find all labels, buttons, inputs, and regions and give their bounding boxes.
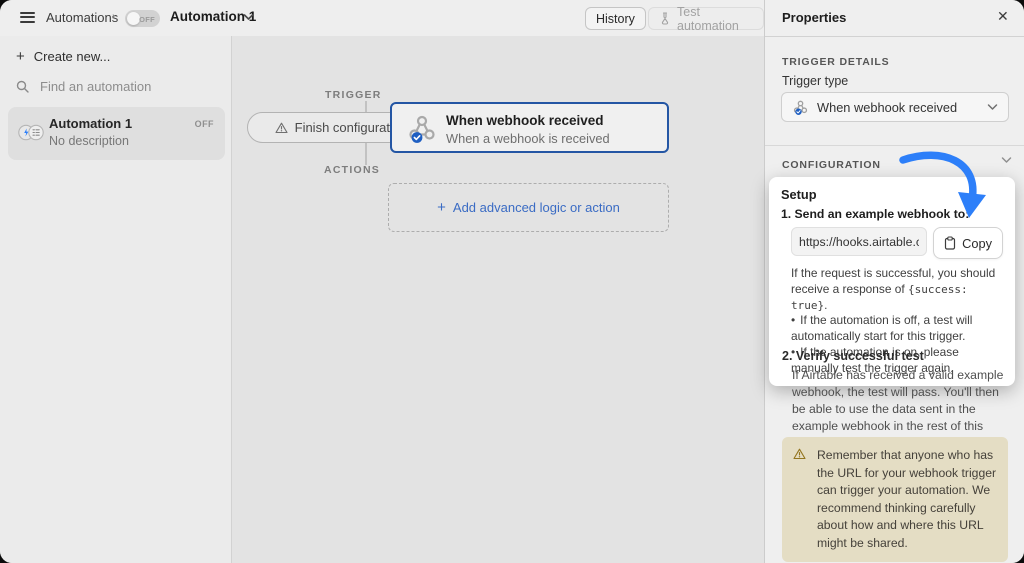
warning-triangle-icon (793, 448, 806, 460)
automations-sidebar: + Create new... (0, 36, 232, 563)
setup-step2-heading: 2. Verify successful test (782, 349, 924, 363)
webhook-url-row: Copy (791, 227, 1003, 259)
setup-step1-heading: 1. Send an example webhook to: (781, 207, 1003, 221)
trigger-section-label: TRIGGER (325, 89, 382, 101)
chevron-down-icon[interactable] (243, 13, 254, 21)
add-action-button[interactable]: + Add advanced logic or action (388, 183, 669, 232)
properties-panel: Properties ✕ TRIGGER DETAILS Trigger typ… (764, 0, 1024, 563)
trigger-type-value: When webhook received (817, 100, 979, 115)
breadcrumb-chevron-icon: › (112, 9, 116, 23)
copy-button-label: Copy (962, 236, 992, 251)
sidebar-item-title: Automation 1 (49, 116, 132, 131)
breadcrumb[interactable]: Automations (46, 10, 118, 25)
close-icon[interactable]: ✕ (997, 8, 1009, 25)
create-new-label: Create new... (34, 49, 111, 64)
actions-section-label: ACTIONS (324, 164, 380, 176)
automation-flow-canvas: TRIGGER Finish configuration (232, 36, 764, 563)
toggle-knob (127, 12, 140, 25)
sidebar-search (16, 78, 212, 95)
history-button-label: History (596, 12, 635, 26)
setup-bullet-1: •If the automation is off, a test will a… (791, 313, 1003, 345)
webhook-icon-small (792, 99, 809, 116)
toggle-state-label: OFF (139, 15, 155, 24)
properties-panel-title: Properties (782, 10, 846, 25)
sidebar-item-description: No description (49, 134, 129, 148)
warning-triangle-icon (275, 122, 288, 134)
panel-header-divider (765, 36, 1024, 37)
webhook-url-input[interactable] (791, 227, 927, 256)
warning-text: Remember that anyone who has the URL for… (817, 447, 998, 552)
create-new-button[interactable]: + Create new... (16, 49, 110, 64)
trigger-card-subtitle: When a webhook is received (446, 131, 610, 146)
chevron-down-icon (987, 103, 998, 111)
sidebar-item-status-badge: OFF (195, 119, 214, 129)
sidebar-item-automation-1[interactable]: Automation 1 OFF No description (8, 107, 225, 160)
automation-item-icon (17, 122, 45, 143)
hamburger-menu-icon[interactable] (20, 12, 35, 23)
setup-note: If the request is successful, you should… (791, 266, 1003, 313)
plus-icon: + (16, 49, 25, 64)
automation-on-off-toggle[interactable]: OFF (125, 10, 160, 27)
test-automation-button[interactable]: Test automation (648, 7, 764, 30)
trigger-type-label: Trigger type (782, 74, 848, 88)
airtable-automations-window: Automations › OFF Automation 1 History T… (0, 0, 1024, 563)
trigger-type-dropdown[interactable]: When webhook received (781, 92, 1009, 122)
top-bar: Automations › OFF Automation 1 History T… (0, 0, 764, 37)
setup-heading: Setup (781, 187, 1003, 202)
find-automation-input[interactable] (38, 78, 212, 95)
bullet-icon: • (791, 313, 795, 327)
plus-icon: + (437, 199, 446, 216)
flask-icon (659, 12, 671, 25)
add-action-label: Add advanced logic or action (453, 200, 620, 215)
search-icon (16, 80, 29, 93)
trigger-card-title: When webhook received (446, 113, 604, 128)
configuration-collapse-icon[interactable] (1001, 156, 1012, 164)
copy-url-button[interactable]: Copy (933, 227, 1003, 259)
test-automation-label: Test automation (677, 5, 753, 33)
webhook-warning-callout: Remember that anyone who has the URL for… (782, 437, 1008, 562)
configuration-heading: CONFIGURATION (782, 159, 881, 171)
trigger-details-heading: TRIGGER DETAILS (782, 56, 890, 68)
webhook-icon (405, 112, 439, 146)
panel-section-divider (765, 145, 1024, 146)
clipboard-icon (944, 236, 956, 250)
history-button[interactable]: History (585, 7, 646, 30)
trigger-card-webhook[interactable]: When webhook received When a webhook is … (390, 102, 669, 153)
